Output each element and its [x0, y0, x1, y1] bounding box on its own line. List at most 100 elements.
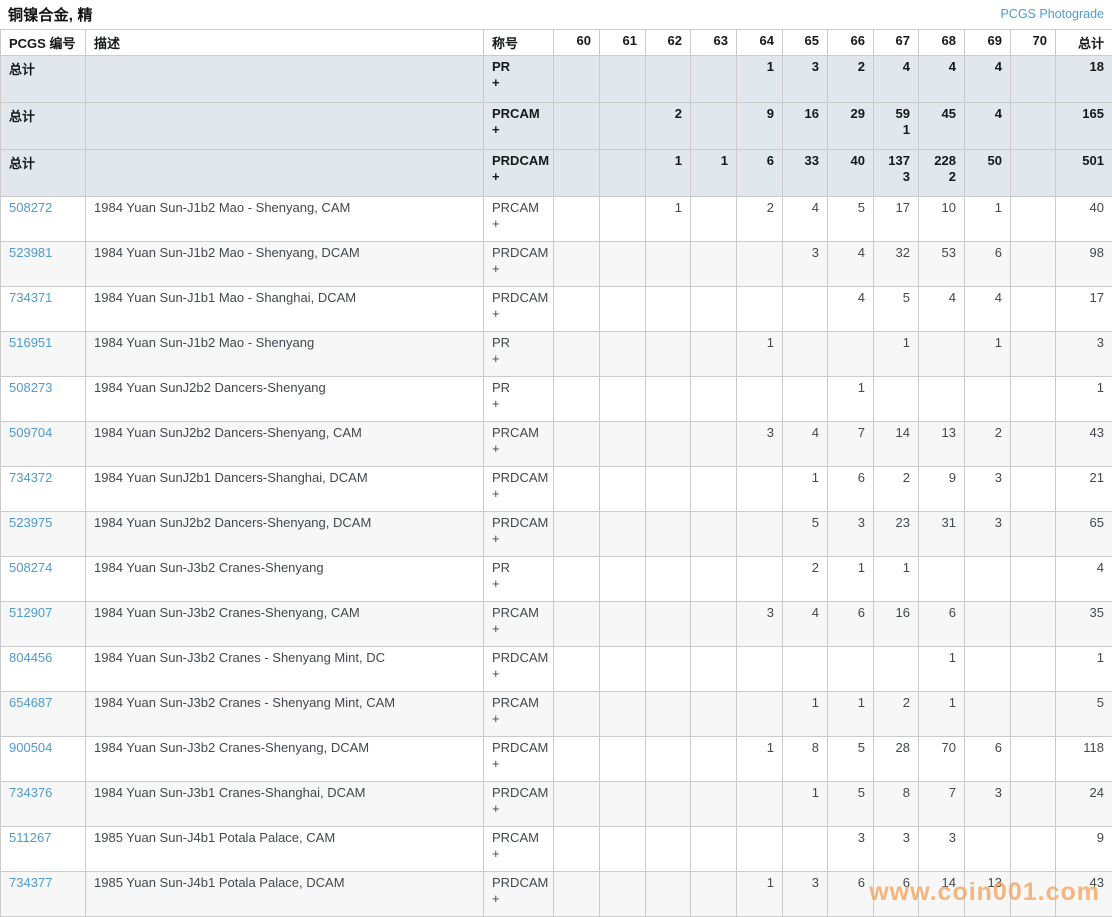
grade-63-cell	[691, 422, 737, 467]
designation-cell: PRDCAM+	[484, 737, 554, 782]
page-title: 铜镍合金, 精	[8, 4, 93, 25]
grade-62-cell	[646, 332, 691, 377]
grade-65-cell	[783, 827, 828, 872]
grade-63-cell	[691, 782, 737, 827]
grade-68-cell: 9	[919, 467, 965, 512]
pcgs-number-link[interactable]: 523981	[9, 245, 52, 260]
col-header-grade-66: 66	[828, 30, 874, 56]
pcgs-number-cell: 734372	[1, 467, 86, 512]
grade-60-cell	[554, 242, 600, 287]
designation-cell: PRCAM+	[484, 827, 554, 872]
pcgs-number-cell: 734376	[1, 782, 86, 827]
grade-60-cell	[554, 602, 600, 647]
grade-63-cell: 1	[691, 150, 737, 197]
pcgs-number-link[interactable]: 734372	[9, 470, 52, 485]
total-cell: 21	[1056, 467, 1112, 512]
grade-63-cell	[691, 242, 737, 287]
description-cell: 1984 Yuan Sun-J3b2 Cranes-Shenyang, DCAM	[86, 737, 484, 782]
grade-63-cell	[691, 602, 737, 647]
grade-66-cell: 5	[828, 737, 874, 782]
pcgs-number-link[interactable]: 511267	[9, 830, 51, 845]
grade-67-cell: 2	[874, 692, 919, 737]
pcgs-number-link[interactable]: 508273	[9, 380, 52, 395]
designation-cell: PRDCAM+	[484, 287, 554, 332]
grade-70-cell	[1011, 103, 1056, 150]
grade-61-cell	[600, 557, 646, 602]
grade-63-cell	[691, 377, 737, 422]
grade-69-cell: 13	[965, 872, 1011, 917]
grade-66-cell	[828, 332, 874, 377]
designation-cell: PRCAM+	[484, 422, 554, 467]
description-cell: 1984 Yuan SunJ2b1 Dancers-Shanghai, DCAM	[86, 467, 484, 512]
pcgs-number-link[interactable]: 512907	[9, 605, 52, 620]
pcgs-number-cell: 508273	[1, 377, 86, 422]
pcgs-number-link[interactable]: 734376	[9, 785, 52, 800]
pcgs-number-cell: 900504	[1, 737, 86, 782]
grade-67-cell: 6	[874, 872, 919, 917]
col-header-grade-70: 70	[1011, 30, 1056, 56]
total-cell: 65	[1056, 512, 1112, 557]
grade-60-cell	[554, 197, 600, 242]
grade-64-cell	[737, 377, 783, 422]
pcgs-number-link[interactable]: 508274	[9, 560, 52, 575]
grade-64-cell: 2	[737, 197, 783, 242]
description-cell	[86, 56, 484, 103]
pcgs-number-link[interactable]: 734371	[9, 290, 52, 305]
grade-66-cell: 6	[828, 872, 874, 917]
col-header-grade-67: 67	[874, 30, 919, 56]
grade-68-cell: 1	[919, 647, 965, 692]
designation-cell: PRDCAM+	[484, 467, 554, 512]
total-cell: 35	[1056, 602, 1112, 647]
grade-63-cell	[691, 692, 737, 737]
pcgs-number-link[interactable]: 804456	[9, 650, 52, 665]
grade-68-cell: 7	[919, 782, 965, 827]
summary-row: 总计PR+13244418	[1, 56, 1112, 103]
grade-67-cell: 23	[874, 512, 919, 557]
grade-61-cell	[600, 737, 646, 782]
photograde-link[interactable]: PCGS Photograde	[1000, 7, 1104, 21]
grade-62-cell	[646, 872, 691, 917]
grade-65-cell: 1	[783, 467, 828, 512]
grade-66-cell: 1	[828, 557, 874, 602]
grade-63-cell	[691, 737, 737, 782]
grade-60-cell	[554, 647, 600, 692]
pcgs-number-cell: 523975	[1, 512, 86, 557]
total-cell: 43	[1056, 872, 1112, 917]
grade-61-cell	[600, 242, 646, 287]
grade-62-cell	[646, 242, 691, 287]
pcgs-number-link[interactable]: 654687	[9, 695, 52, 710]
designation-cell: PR+	[484, 377, 554, 422]
table-row: 5239811984 Yuan Sun-J1b2 Mao - Shenyang,…	[1, 242, 1112, 287]
description-cell: 1984 Yuan Sun-J1b2 Mao - Shenyang	[86, 332, 484, 377]
grade-62-cell	[646, 827, 691, 872]
grade-70-cell	[1011, 56, 1056, 103]
grade-62-cell	[646, 512, 691, 557]
summary-row: 总计PRDCAM+11633401373228250501	[1, 150, 1112, 197]
grade-64-cell: 1	[737, 56, 783, 103]
pcgs-number-link[interactable]: 523975	[9, 515, 52, 530]
grade-60-cell	[554, 56, 600, 103]
grade-66-cell: 5	[828, 197, 874, 242]
pcgs-number-cell: 734371	[1, 287, 86, 332]
designation-cell: PRDCAM+	[484, 872, 554, 917]
grade-61-cell	[600, 872, 646, 917]
grade-64-cell: 3	[737, 602, 783, 647]
grade-66-cell: 2	[828, 56, 874, 103]
pcgs-number-link[interactable]: 509704	[9, 425, 52, 440]
pcgs-number-link[interactable]: 734377	[9, 875, 52, 890]
grade-65-cell: 2	[783, 557, 828, 602]
col-header-grade-69: 69	[965, 30, 1011, 56]
grade-70-cell	[1011, 377, 1056, 422]
grade-65-cell: 4	[783, 602, 828, 647]
grade-65-cell: 5	[783, 512, 828, 557]
grade-63-cell	[691, 287, 737, 332]
pcgs-number-link[interactable]: 516951	[9, 335, 52, 350]
grade-69-cell: 3	[965, 782, 1011, 827]
grade-60-cell	[554, 422, 600, 467]
grade-62-cell	[646, 467, 691, 512]
grade-66-cell: 1	[828, 377, 874, 422]
pcgs-number-link[interactable]: 508272	[9, 200, 52, 215]
grade-66-cell: 3	[828, 827, 874, 872]
grade-69-cell: 3	[965, 467, 1011, 512]
pcgs-number-link[interactable]: 900504	[9, 740, 52, 755]
